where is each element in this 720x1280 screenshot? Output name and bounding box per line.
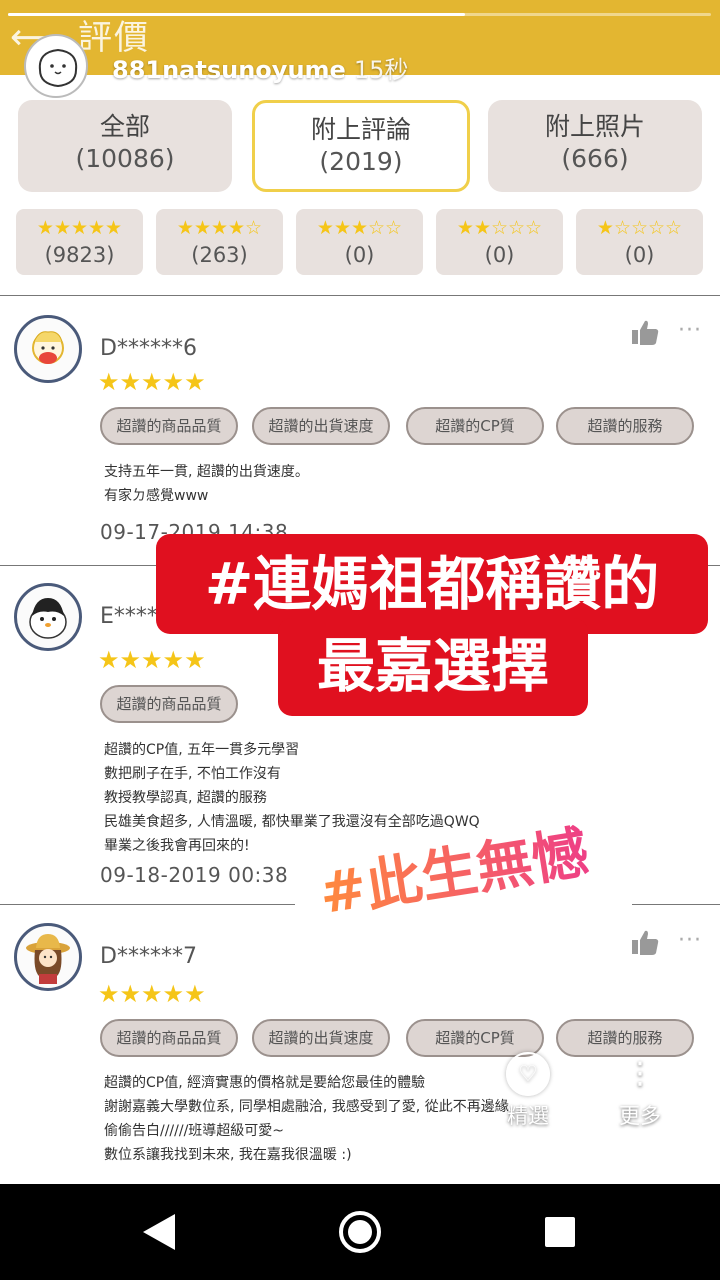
system-nav-bar [0,1184,720,1280]
vertical-dots-icon: ⋮ [625,1056,655,1091]
more-options-icon[interactable]: ··· [678,318,702,343]
tab-all[interactable]: 全部 (10086) [18,100,232,192]
review-tag: 超讚的出貨速度 [252,1019,390,1057]
review-tag: 超讚的CP質 [406,407,544,445]
review-tag: 超讚的出貨速度 [252,407,390,445]
face-doodle-icon [38,48,78,88]
star-rating-icon: ★☆☆☆☆ [596,217,683,239]
story-progress-bar [8,13,711,16]
back-triangle-icon[interactable] [143,1214,175,1250]
thumbs-up-icon[interactable] [630,318,660,346]
avatar[interactable] [14,583,82,651]
tab-count: (10086) [75,144,175,173]
highlight-button[interactable]: ♡ 精選 [496,1052,560,1130]
tab-label: 附上評論 [310,115,411,144]
tab-with-comments[interactable]: 附上評論 (2019) [252,100,470,192]
more-label: 更多 [619,1104,661,1128]
divider [0,904,295,905]
review-stars: ★★★★★ [98,646,206,674]
penguin-avatar-icon [29,598,67,639]
review-tag: 超讚的商品品質 [100,685,238,723]
reviewer-name: D******6 [100,336,197,361]
review-text: 超讚的CP值, 經濟實惠的價格就是要給您最佳的體驗 謝謝嘉義大學數位系, 同學相… [104,1075,509,1163]
reviewer-name: D******7 [100,944,197,969]
filter-4-stars[interactable]: ★★★★☆ (263) [156,209,283,275]
divider [632,904,720,905]
filter-count: (263) [191,243,248,267]
filter-count: (0) [624,243,655,267]
review-tag: 超讚的商品品質 [100,407,238,445]
filter-count: (0) [344,243,375,267]
cartoon-avatar-icon [32,331,64,364]
story-time: 15秒 [353,56,409,84]
review-tag: 超讚的商品品質 [100,1019,238,1057]
filter-3-stars[interactable]: ★★★☆☆ (0) [296,209,423,275]
star-rating-icon: ★★★★★ [36,217,123,239]
star-rating-icon: ★★☆☆☆ [456,217,543,239]
more-button[interactable]: ⋮ 更多 [608,1052,672,1130]
avatar[interactable] [14,923,82,991]
tab-label: 附上照片 [544,112,645,141]
thumbs-up-icon[interactable] [630,928,660,956]
avatar[interactable] [14,315,82,383]
more-options-icon[interactable]: ··· [678,928,702,953]
heart-icon: ♡ [506,1052,550,1096]
filter-1-star[interactable]: ★☆☆☆☆ (0) [576,209,703,275]
divider [0,295,720,296]
filter-count: (0) [484,243,515,267]
tab-with-photos[interactable]: 附上照片 (666) [488,100,702,192]
review-stars: ★★★★★ [98,368,206,396]
sticker-text-line-2[interactable]: 最嘉選擇 [278,618,588,716]
tab-count: (2019) [319,147,403,176]
filter-count: (9823) [44,243,115,267]
highlight-label: 精選 [507,1104,549,1128]
star-rating-icon: ★★★★☆ [176,217,263,239]
story-user-avatar[interactable] [24,34,88,98]
filter-5-stars[interactable]: ★★★★★ (9823) [16,209,143,275]
home-circle-icon[interactable] [339,1211,381,1253]
star-rating-icon: ★★★☆☆ [316,217,403,239]
review-stars: ★★★★★ [98,980,206,1008]
review-text: 支持五年一貫, 超讚的出貨速度。 有家ㄉ感覺www [104,464,309,504]
tab-label: 全部 [99,112,150,141]
story-user-info[interactable]: 881natsunoyume 15秒 [112,50,408,85]
girl-hat-avatar-icon [26,934,70,984]
tab-count: (666) [561,144,629,173]
review-tag: 超讚的服務 [556,407,694,445]
review-date: 09-18-2019 00:38 [100,863,289,887]
story-progress-fill [8,13,465,16]
filter-2-stars[interactable]: ★★☆☆☆ (0) [436,209,563,275]
recent-apps-icon[interactable] [545,1217,575,1247]
story-username[interactable]: 881natsunoyume [112,56,346,84]
